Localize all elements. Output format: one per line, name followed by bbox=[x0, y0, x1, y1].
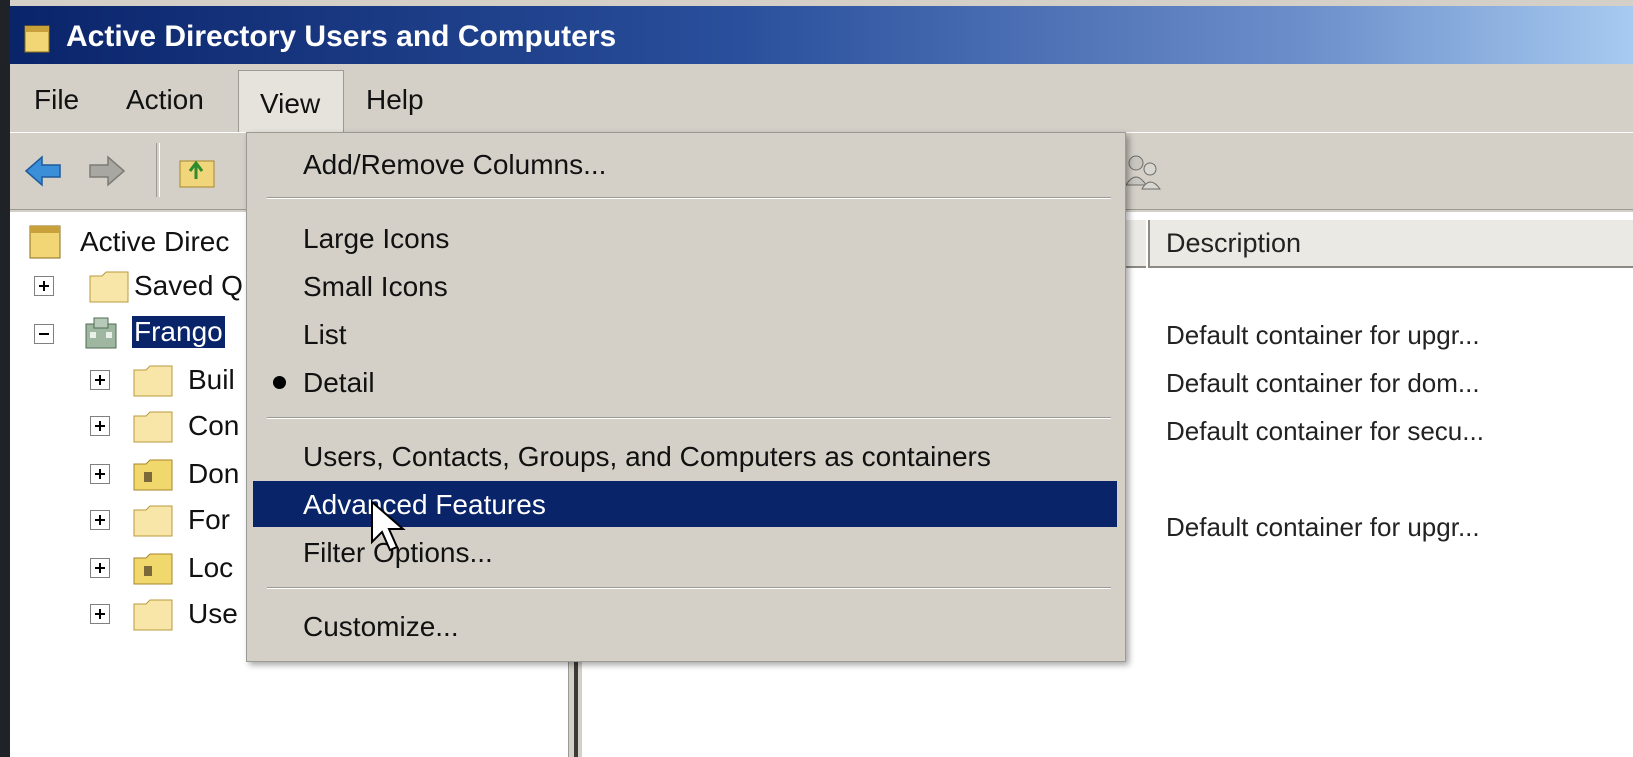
menu-separator bbox=[267, 197, 1111, 199]
folder-icon bbox=[133, 505, 173, 537]
menu-item-label: Detail bbox=[303, 367, 375, 398]
menu-action[interactable]: Action bbox=[126, 84, 204, 116]
tree-item-label: Loc bbox=[188, 552, 234, 583]
main-window: Active Directory Users and Computers Fil… bbox=[10, 0, 1633, 757]
list-item-description[interactable]: Default container for upgr... bbox=[1166, 512, 1480, 543]
menu-item-list[interactable]: List bbox=[253, 311, 1117, 357]
menu-bar: File Action View Help bbox=[10, 70, 1633, 133]
menu-item-customize[interactable]: Customize... bbox=[253, 603, 1117, 649]
list-item-description[interactable]: Default container for dom... bbox=[1166, 368, 1480, 399]
tree-root-label: Active Direc bbox=[80, 226, 230, 257]
menu-view[interactable]: View bbox=[260, 88, 320, 120]
up-folder-icon[interactable] bbox=[174, 149, 220, 193]
expand-icon[interactable] bbox=[90, 370, 110, 390]
list-item-description[interactable]: Default container for secu... bbox=[1166, 416, 1484, 447]
toolbar-separator bbox=[156, 143, 160, 197]
tree-item-label: Use bbox=[188, 598, 238, 629]
expand-icon[interactable] bbox=[90, 604, 110, 624]
folder-icon bbox=[133, 411, 173, 443]
back-arrow-icon[interactable] bbox=[20, 149, 66, 193]
tree-item-label: Con bbox=[188, 410, 240, 441]
folder-icon bbox=[133, 599, 173, 631]
menu-file[interactable]: File bbox=[34, 84, 79, 116]
tree-item-label: Buil bbox=[188, 364, 235, 395]
domain-icon bbox=[85, 317, 117, 349]
menu-separator bbox=[267, 587, 1111, 589]
menu-item-label: Small Icons bbox=[303, 271, 448, 302]
folder-icon bbox=[89, 271, 129, 303]
radio-bullet-icon bbox=[273, 376, 286, 389]
expand-icon[interactable] bbox=[34, 276, 54, 296]
menu-item-label: Customize... bbox=[303, 611, 459, 642]
title-bar[interactable]: Active Directory Users and Computers bbox=[10, 6, 1633, 64]
menu-item-label: Large Icons bbox=[303, 223, 450, 254]
window-title: Active Directory Users and Computers bbox=[66, 20, 617, 53]
tree-item-label: Saved Q bbox=[134, 270, 243, 301]
forward-arrow-icon[interactable] bbox=[84, 149, 130, 193]
menu-item-label: Advanced Features bbox=[303, 489, 546, 520]
list-item-description[interactable]: Default container for upgr... bbox=[1166, 320, 1480, 351]
directory-icon bbox=[29, 225, 61, 259]
folder-icon bbox=[133, 365, 173, 397]
menu-separator bbox=[267, 417, 1111, 419]
view-menu-dropdown: Add/Remove Columns... Large Icons Small … bbox=[246, 132, 1126, 662]
ou-icon bbox=[133, 553, 173, 585]
menu-item-large-icons[interactable]: Large Icons bbox=[253, 215, 1117, 261]
menu-item-users-as-containers[interactable]: Users, Contacts, Groups, and Computers a… bbox=[253, 433, 1117, 479]
tree-item-label: For bbox=[188, 504, 230, 535]
collapse-icon[interactable] bbox=[34, 324, 54, 344]
menu-item-label: Users, Contacts, Groups, and Computers a… bbox=[303, 441, 991, 472]
menu-help[interactable]: Help bbox=[366, 84, 424, 116]
tree-item-label: Don bbox=[188, 458, 240, 489]
menu-item-add-remove-columns[interactable]: Add/Remove Columns... bbox=[253, 141, 1117, 187]
expand-icon[interactable] bbox=[90, 558, 110, 578]
tree-item-label: Frango bbox=[132, 316, 225, 348]
app-icon bbox=[24, 25, 50, 53]
menu-item-small-icons[interactable]: Small Icons bbox=[253, 263, 1117, 309]
menu-item-label: Add/Remove Columns... bbox=[303, 149, 607, 180]
expand-icon[interactable] bbox=[90, 510, 110, 530]
expand-icon[interactable] bbox=[90, 416, 110, 436]
mouse-pointer-icon bbox=[371, 500, 406, 552]
menu-item-detail[interactable]: Detail bbox=[253, 359, 1117, 405]
users-icon[interactable] bbox=[1120, 149, 1166, 193]
menu-item-label: List bbox=[303, 319, 347, 350]
expand-icon[interactable] bbox=[90, 464, 110, 484]
column-header-description[interactable]: Description bbox=[1148, 220, 1633, 268]
ou-icon bbox=[133, 459, 173, 491]
column-header-label: Description bbox=[1166, 228, 1302, 258]
